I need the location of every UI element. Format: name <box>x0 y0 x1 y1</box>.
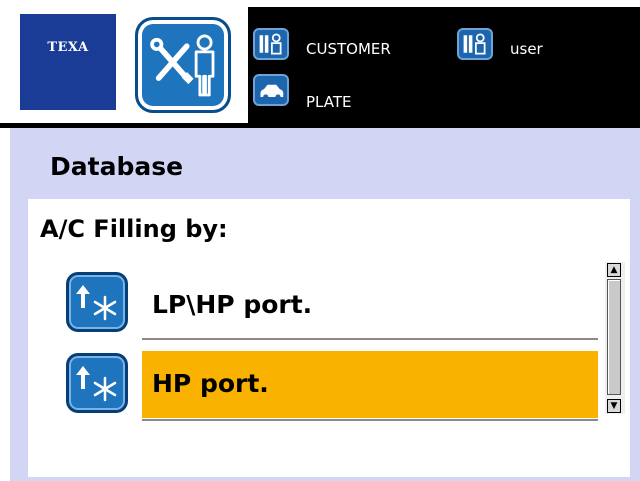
left-margin <box>0 128 10 481</box>
list-item[interactable]: LP\HP port. <box>142 272 598 340</box>
logo-text: TEXA <box>47 40 89 55</box>
scroll-down-button[interactable]: ▼ <box>607 399 621 413</box>
user-label[interactable]: user <box>510 40 543 58</box>
row-divider <box>142 419 598 421</box>
scrollbar-thumb[interactable] <box>607 279 621 395</box>
panel-title: A/C Filling by: <box>40 215 228 243</box>
user-icon[interactable] <box>457 28 493 60</box>
plate-label[interactable]: PLATE <box>306 93 351 111</box>
customer-label[interactable]: CUSTOMER <box>306 40 391 58</box>
customer-icon[interactable] <box>253 28 289 60</box>
list-item-label: LP\HP port. <box>152 290 313 319</box>
ac-arrow-up-snowflake-icon[interactable] <box>66 353 128 413</box>
tools-person-icon[interactable] <box>135 17 231 113</box>
section-title: Database <box>50 152 184 181</box>
car-icon[interactable] <box>253 74 289 106</box>
ac-arrow-up-snowflake-icon[interactable] <box>66 272 128 332</box>
texa-logo: TEXA <box>20 14 116 110</box>
list-item-label: HP port. <box>152 369 269 398</box>
list-item-selected[interactable]: HP port. <box>142 351 598 418</box>
scroll-up-button[interactable]: ▲ <box>607 263 621 277</box>
row-divider <box>142 338 598 340</box>
